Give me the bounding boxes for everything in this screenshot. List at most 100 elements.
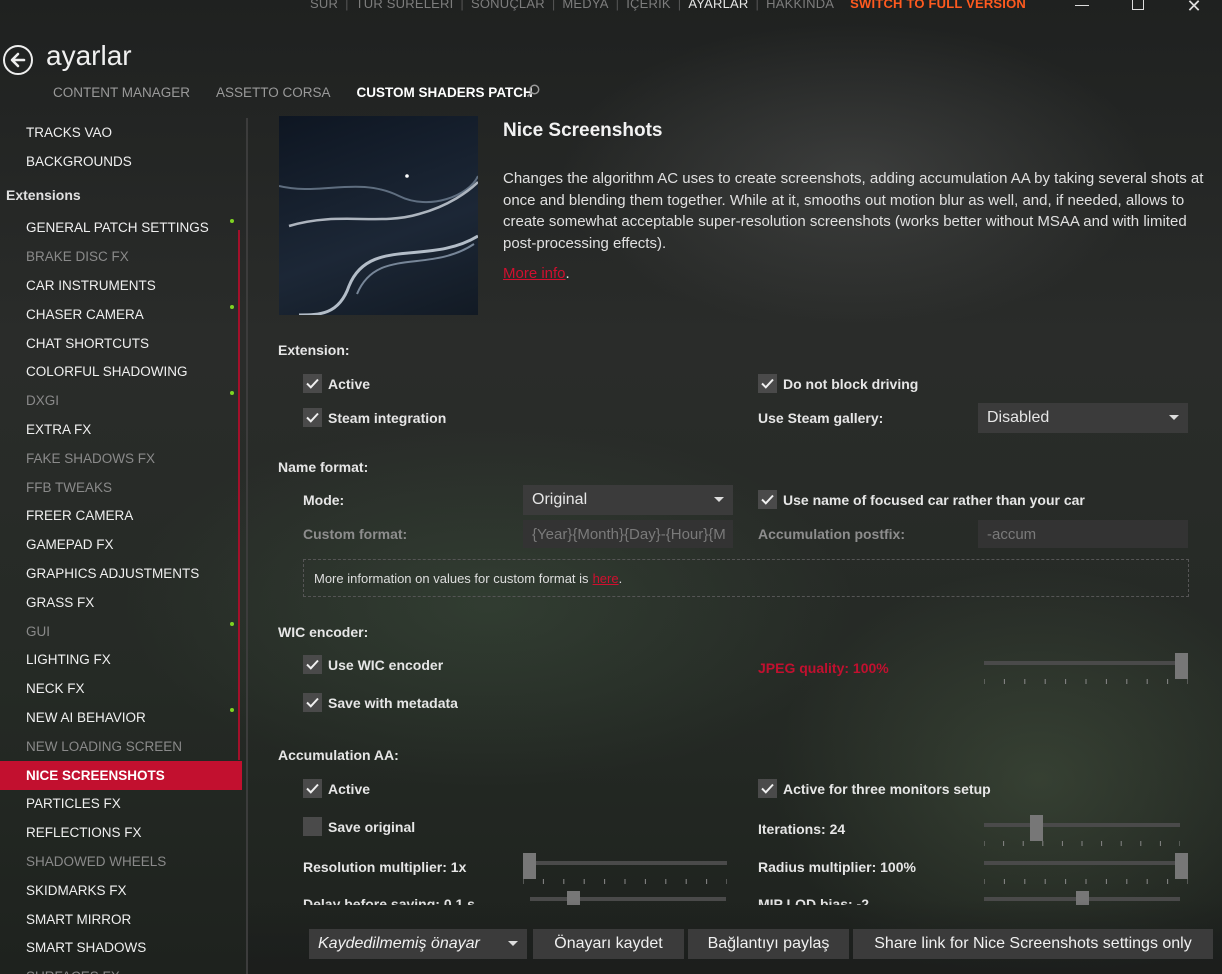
plugin-title: Nice Screenshots	[503, 120, 663, 141]
checkbox-box	[303, 817, 322, 836]
accumulation-active-checkbox[interactable]: Active	[303, 779, 370, 798]
topnav-item[interactable]: SONUÇLAR	[471, 0, 545, 11]
sidebar-item[interactable]: SMART MIRROR	[0, 905, 242, 934]
checkbox-label: Do not block driving	[783, 375, 919, 392]
custom-format-info: More information on values for custom fo…	[303, 559, 1189, 597]
sidebar-item[interactable]: SHADOWED WHEELS	[0, 847, 242, 876]
settings-tab[interactable]: ASSETTO CORSA	[216, 85, 331, 100]
sidebar-item-label: SURFACES FX	[26, 969, 120, 974]
sidebar-item-label: GRAPHICS ADJUSTMENTS	[26, 566, 200, 582]
back-button[interactable]	[3, 45, 33, 75]
sidebar-item[interactable]: CHASER CAMERA	[0, 300, 242, 329]
iterations-slider[interactable]	[983, 815, 1181, 846]
settings-tab[interactable]: CUSTOM SHADERS PATCH	[357, 85, 533, 100]
topnav-item[interactable]: AYARLAR	[688, 0, 748, 11]
sidebar-item[interactable]: BRAKE DISC FX	[0, 242, 242, 271]
sidebar-item[interactable]: EXTRA FX	[0, 415, 242, 444]
sidebar-item-label: GAMEPAD FX	[26, 537, 114, 553]
checkbox-label: Steam integration	[328, 409, 447, 426]
checkmark-icon	[306, 697, 319, 708]
sidebar-item[interactable]: NECK FX	[0, 674, 242, 703]
sidebar-item[interactable]: SMART SHADOWS	[0, 934, 242, 963]
sidebar-scrollbar[interactable]	[238, 230, 240, 760]
status-dot-icon	[230, 621, 234, 626]
sidebar-item-label: CHASER CAMERA	[26, 306, 144, 322]
use-wic-encoder-checkbox[interactable]: Use WIC encoder	[303, 655, 443, 674]
search-icon[interactable]	[526, 84, 540, 98]
sidebar: TRACKS VAO BACKGROUNDS Extensions GENERAL P…	[0, 118, 242, 974]
slider-thumb[interactable]	[1029, 815, 1043, 841]
chevron-down-icon	[508, 941, 518, 946]
jpeg-quality-slider[interactable]	[983, 653, 1189, 684]
info-here-link[interactable]: here	[593, 571, 619, 586]
switch-full-version-link[interactable]: SWITCH TO FULL VERSION	[850, 0, 1026, 11]
sidebar-item[interactable]: FAKE SHADOWS FX	[0, 444, 242, 473]
sidebar-item[interactable]: NICE SCREENSHOTS	[0, 760, 242, 790]
sidebar-item[interactable]: NEW AI BEHAVIOR	[0, 703, 242, 732]
more-info-link[interactable]: More info	[503, 265, 566, 282]
focused-car-checkbox[interactable]: Use name of focused car rather than your…	[758, 490, 1085, 509]
topnav-item[interactable]: SÜR	[310, 0, 338, 11]
top-navigation: SÜR | TÜR SÜRELERİ | SONUÇLAR | MEDYA | İÇERİK | A…	[310, 0, 1026, 14]
accumulation-postfix-input[interactable]: -accum	[978, 520, 1188, 548]
radius-slider[interactable]	[983, 853, 1189, 884]
checkbox-box	[303, 374, 322, 393]
three-monitors-checkbox[interactable]: Active for three monitors setup	[758, 779, 991, 798]
topnav-item[interactable]: TÜR SÜRELERİ	[356, 0, 454, 11]
sidebar-item[interactable]: BACKGROUNDS	[0, 147, 242, 176]
sidebar-item[interactable]: SKIDMARKS FX	[0, 876, 242, 905]
save-preset-button[interactable]: Önayarı kaydet	[533, 929, 684, 959]
sidebar-item[interactable]: GENERAL PATCH SETTINGS	[0, 214, 242, 243]
maximize-icon[interactable]	[1110, 0, 1166, 14]
topnav-separator: |	[551, 0, 556, 11]
topnav-separator: |	[460, 0, 464, 11]
do-not-block-driving-checkbox[interactable]: Do not block driving	[758, 374, 918, 393]
save-original-checkbox[interactable]: Save original	[303, 817, 415, 836]
active-checkbox[interactable]: Active	[303, 374, 370, 393]
sidebar-item[interactable]: GUI	[0, 617, 242, 646]
steam-integration-checkbox[interactable]: Steam integration	[303, 408, 446, 427]
sidebar-item[interactable]: FFB TWEAKS	[0, 473, 242, 502]
settings-tab[interactable]: CONTENT MANAGER	[53, 85, 190, 100]
sidebar-item[interactable]: SURFACES FX	[0, 962, 242, 974]
sidebar-item[interactable]: COLORFUL SHADOWING	[0, 358, 242, 387]
sidebar-item[interactable]: GRASS FX	[0, 588, 242, 617]
share-link-button[interactable]: Bağlantıyı paylaş	[688, 929, 849, 959]
sidebar-item-label: EXTRA FX	[26, 422, 92, 438]
sidebar-item[interactable]: FREER CAMERA	[0, 502, 242, 531]
steam-gallery-select[interactable]: Disabled	[978, 403, 1188, 433]
checkbox-box	[758, 490, 777, 509]
sidebar-item[interactable]: DXGI	[0, 386, 242, 415]
slider-ticks	[983, 871, 1189, 884]
resolution-slider[interactable]	[522, 853, 728, 884]
status-dot-icon	[230, 304, 234, 309]
sidebar-item[interactable]: TRACKS VAO	[0, 118, 242, 147]
topnav-item[interactable]: İÇERİK	[626, 0, 671, 11]
sidebar-item[interactable]: NEW LOADING SCREEN	[0, 732, 242, 761]
slider-thumb[interactable]	[1175, 853, 1188, 879]
page-title: ayarlar	[46, 40, 132, 71]
sidebar-item[interactable]: GRAPHICS ADJUSTMENTS	[0, 559, 242, 588]
slider-thumb[interactable]	[523, 853, 536, 879]
sidebar-item-label: FREER CAMERA	[26, 508, 134, 524]
sidebar-item[interactable]: REFLECTIONS FX	[0, 818, 242, 847]
sidebar-item[interactable]: CAR INSTRUMENTS	[0, 271, 242, 300]
preset-select[interactable]: Kaydedilmemiş önayar	[309, 929, 527, 959]
close-icon[interactable]: ✕	[1166, 0, 1222, 16]
sidebar-item[interactable]: CHAT SHORTCUTS	[0, 329, 242, 358]
sidebar-item[interactable]: LIGHTING FX	[0, 646, 242, 675]
checkmark-icon	[306, 659, 319, 670]
share-settings-only-button[interactable]: Share link for Nice Screenshots settings…	[853, 929, 1213, 959]
save-metadata-checkbox[interactable]: Save with metadata	[303, 693, 458, 712]
sidebar-item-label: SHADOWED WHEELS	[26, 854, 167, 870]
sidebar-item[interactable]: PARTICLES FX	[0, 790, 242, 819]
topnav-item[interactable]: HAKKINDA	[766, 0, 834, 11]
checkbox-box	[303, 779, 322, 798]
sidebar-item-label: PARTICLES FX	[26, 796, 121, 812]
topnav-item[interactable]: MEDYA	[562, 0, 608, 11]
minimize-icon[interactable]	[1054, 0, 1110, 14]
sidebar-item[interactable]: GAMEPAD FX	[0, 530, 242, 559]
custom-format-input[interactable]: {Year}{Month}{Day}-{Hour}{M	[523, 520, 733, 548]
slider-thumb[interactable]	[1175, 653, 1188, 679]
mode-select[interactable]: Original	[523, 485, 733, 515]
